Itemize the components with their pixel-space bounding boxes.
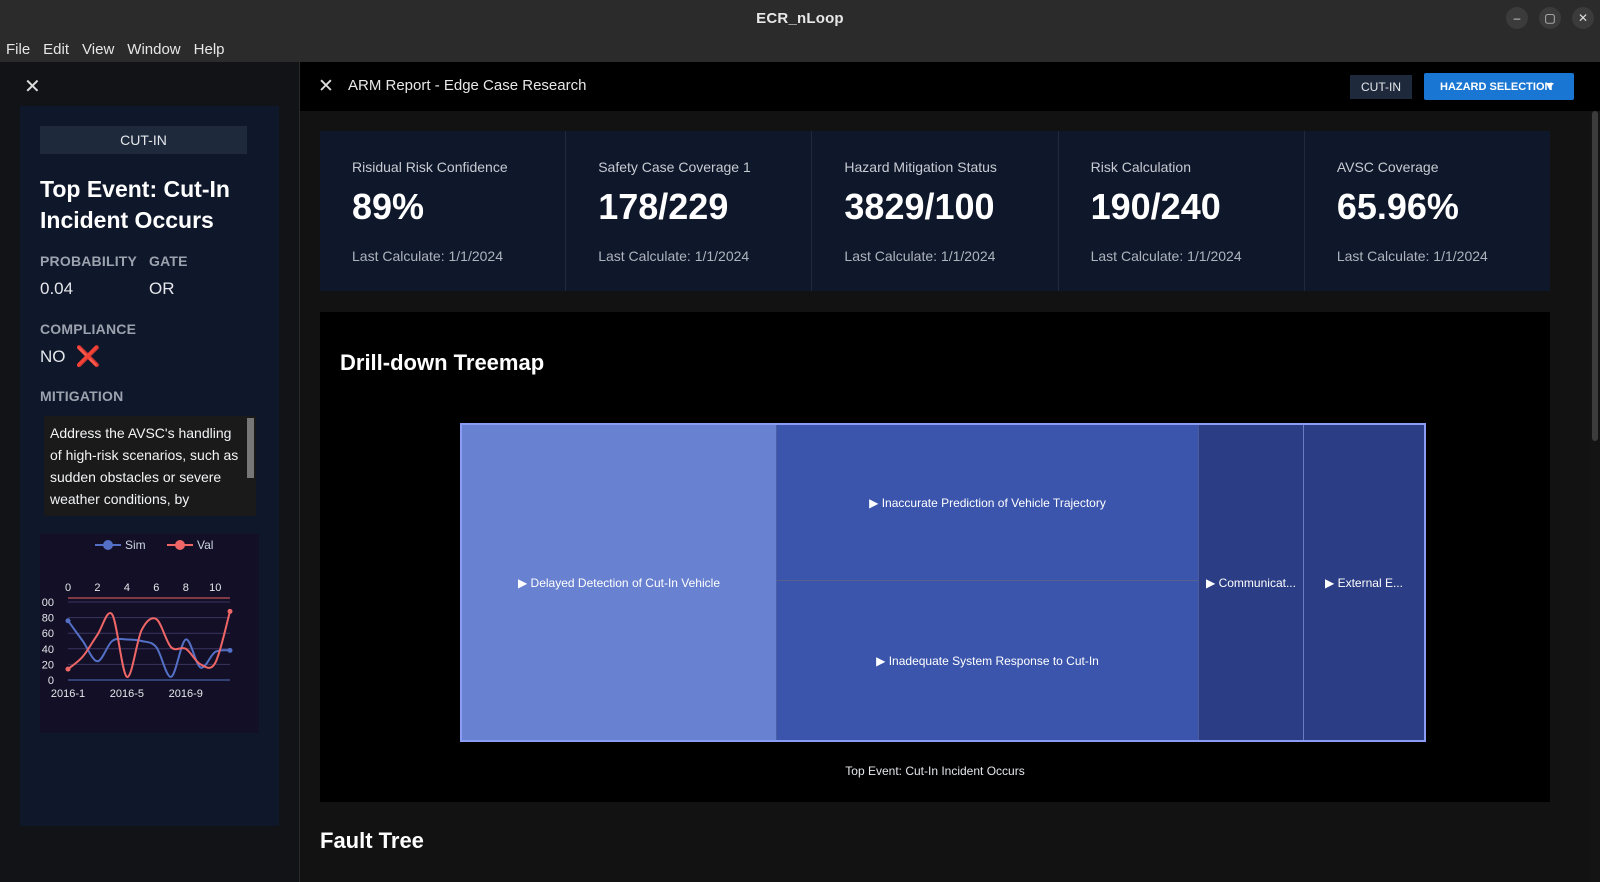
kpi-label: Safety Case Coverage 1 bbox=[598, 159, 751, 175]
kpi-card: Safety Case Coverage 1 178/229 Last Calc… bbox=[566, 131, 813, 291]
hazard-selection-label: HAZARD SELECTION bbox=[1440, 80, 1553, 93]
top-axis-tick-label: 4 bbox=[124, 582, 130, 594]
treemap-node-delayed-detection[interactable]: ▶ Delayed Detection of Cut-In Vehicle bbox=[462, 425, 777, 740]
kpi-value: 3829/100 bbox=[844, 186, 995, 227]
legend-label: Val bbox=[197, 538, 213, 552]
data-point bbox=[65, 666, 71, 672]
minimize-icon[interactable]: – bbox=[1506, 7, 1528, 29]
y-tick-label: 20 bbox=[42, 659, 54, 671]
kpi-timestamp: Last Calculate: 1/1/2024 bbox=[844, 248, 996, 264]
probability-label: PROBABILITY bbox=[40, 253, 138, 269]
kpi-timestamp: Last Calculate: 1/1/2024 bbox=[352, 248, 503, 264]
report-scrollbar[interactable] bbox=[1590, 111, 1600, 882]
y-tick-label: 00 bbox=[42, 597, 54, 609]
kpi-card: Risk Calculation 190/240 Last Calculate:… bbox=[1058, 131, 1305, 291]
kpi-timestamp: Last Calculate: 1/1/2024 bbox=[598, 248, 750, 264]
report-scrollbar-thumb[interactable] bbox=[1592, 111, 1598, 441]
kpi-card: Hazard Mitigation Status 3829/100 Last C… bbox=[812, 131, 1059, 291]
menu-view[interactable]: View bbox=[82, 41, 114, 58]
report-header: ✕ ARM Report - Edge Case Research CUT-IN… bbox=[300, 62, 1600, 111]
title-bar: ECR_nLoop – ▢ ✕ bbox=[0, 0, 1600, 37]
window-title: ECR_nLoop bbox=[756, 9, 844, 27]
top-axis-tick-label: 6 bbox=[153, 582, 159, 594]
report-title: ARM Report - Edge Case Research bbox=[348, 77, 587, 94]
kpi-value: 178/229 bbox=[598, 186, 729, 227]
treemap-title: Drill-down Treemap bbox=[340, 350, 545, 375]
kpi-timestamp: Last Calculate: 1/1/2024 bbox=[1336, 248, 1488, 264]
fault-tree-title: Fault Tree bbox=[320, 828, 424, 853]
kpi-value: 65.96% bbox=[1336, 186, 1459, 227]
series-line-val bbox=[67, 611, 231, 678]
close-panel-icon[interactable]: ✕ bbox=[24, 74, 41, 99]
kpi-card: Risidual Risk Confidence 89% Last Calcul… bbox=[320, 131, 567, 291]
gate-value: OR bbox=[149, 279, 175, 298]
kpi-label: Risidual Risk Confidence bbox=[352, 159, 508, 175]
y-tick-label: 40 bbox=[42, 644, 54, 656]
menu-help[interactable]: Help bbox=[194, 41, 225, 58]
report-main: ✕ ARM Report - Edge Case Research CUT-IN… bbox=[300, 62, 1600, 882]
kpi-timestamp: Last Calculate: 1/1/2024 bbox=[1090, 248, 1242, 264]
y-tick-label: 60 bbox=[42, 628, 54, 640]
line-chart-svg: 020406080000 2 4 6 8 102016-1 2016-5 2016-9Sim V… bbox=[42, 538, 233, 700]
event-detail-card: CUT-IN Top Event: Cut-In Incident Occurs… bbox=[20, 106, 279, 826]
compliance-row: NO ❌ bbox=[40, 344, 100, 369]
top-axis-tick-label: 10 bbox=[209, 582, 221, 594]
treemap-node-inaccurate-prediction[interactable]: ▶ Inaccurate Prediction of Vehicle Traje… bbox=[777, 425, 1198, 581]
scenario-tag: CUT-IN bbox=[1350, 75, 1412, 99]
kpi-label: Risk Calculation bbox=[1090, 159, 1191, 175]
mitigation-label: MITIGATION bbox=[40, 388, 124, 404]
data-point bbox=[65, 618, 71, 624]
data-point bbox=[227, 647, 233, 653]
treemap-node-communication[interactable]: ▶ Communicat... bbox=[1198, 425, 1304, 740]
treemap-breadcrumb[interactable]: Top Event: Cut-In Incident Occurs bbox=[320, 764, 1550, 778]
menu-bar: File Edit View Window Help bbox=[0, 36, 1600, 62]
x-tick-label: 2016-5 bbox=[110, 688, 144, 700]
compliance-value: NO bbox=[40, 346, 66, 366]
detail-side-panel: ✕ CUT-IN Top Event: Cut-In Incident Occu… bbox=[0, 62, 300, 882]
caret-down-icon bbox=[1546, 83, 1554, 88]
menu-file[interactable]: File bbox=[6, 41, 30, 58]
top-axis-tick-label: 2 bbox=[94, 582, 100, 594]
mitigation-scrollbar[interactable] bbox=[247, 418, 254, 478]
data-point bbox=[227, 608, 233, 614]
hazard-selection-button[interactable]: HAZARD SELECTION bbox=[1424, 73, 1574, 100]
compliance-label: COMPLIANCE bbox=[40, 321, 137, 337]
legend-label: Sim bbox=[125, 538, 146, 552]
maximize-icon[interactable]: ▢ bbox=[1539, 7, 1561, 29]
mitigation-text: Address the AVSC's handling of high-risk… bbox=[50, 425, 239, 516]
treemap-node-external[interactable]: ▶ External E... bbox=[1304, 425, 1424, 740]
legend-marker bbox=[103, 540, 113, 550]
mitigation-text-box[interactable]: Address the AVSC's handling of high-risk… bbox=[44, 416, 256, 516]
treemap-section: Drill-down Treemap ▶ Delayed Detection o… bbox=[320, 312, 1550, 802]
scenario-chip: CUT-IN bbox=[40, 126, 247, 154]
menu-edit[interactable]: Edit bbox=[43, 41, 69, 58]
gate-label: GATE bbox=[149, 253, 188, 269]
top-axis-tick-label: 8 bbox=[183, 582, 189, 594]
treemap-node-inadequate-response[interactable]: ▶ Inadequate System Response to Cut-In bbox=[777, 581, 1198, 740]
close-report-icon[interactable]: ✕ bbox=[318, 75, 334, 98]
menu-window[interactable]: Window bbox=[127, 41, 180, 58]
window-controls: – ▢ ✕ bbox=[1506, 7, 1594, 29]
close-window-icon[interactable]: ✕ bbox=[1572, 7, 1594, 29]
kpi-value: 190/240 bbox=[1090, 186, 1221, 227]
kpi-label: AVSC Coverage bbox=[1336, 159, 1439, 175]
y-tick-label: 80 bbox=[42, 613, 54, 625]
kpi-label: Hazard Mitigation Status bbox=[844, 159, 997, 175]
treemap: ▶ Delayed Detection of Cut-In Vehicle ▶ … bbox=[460, 423, 1426, 742]
legend-marker bbox=[175, 540, 185, 550]
x-tick-label: 2016-1 bbox=[51, 688, 85, 700]
kpi-row: Risidual Risk Confidence 89% Last Calcul… bbox=[320, 131, 1551, 291]
top-axis-tick-label: 0 bbox=[65, 582, 71, 594]
cross-mark-icon: ❌ bbox=[75, 346, 101, 368]
kpi-value: 89% bbox=[352, 186, 425, 227]
probability-value: 0.04 bbox=[40, 279, 74, 298]
sim-val-line-chart: 0 20 40 60 80 00 0 2 4 6 8 10 2016-1 2016-5 2016-9 Sim V… bbox=[40, 534, 259, 733]
y-tick-label: 0 bbox=[48, 675, 54, 687]
x-tick-label: 2016-9 bbox=[169, 688, 203, 700]
event-title: Top Event: Cut-In Incident Occurs bbox=[40, 176, 230, 233]
kpi-card: AVSC Coverage 65.96% Last Calculate: 1/1… bbox=[1304, 131, 1551, 291]
